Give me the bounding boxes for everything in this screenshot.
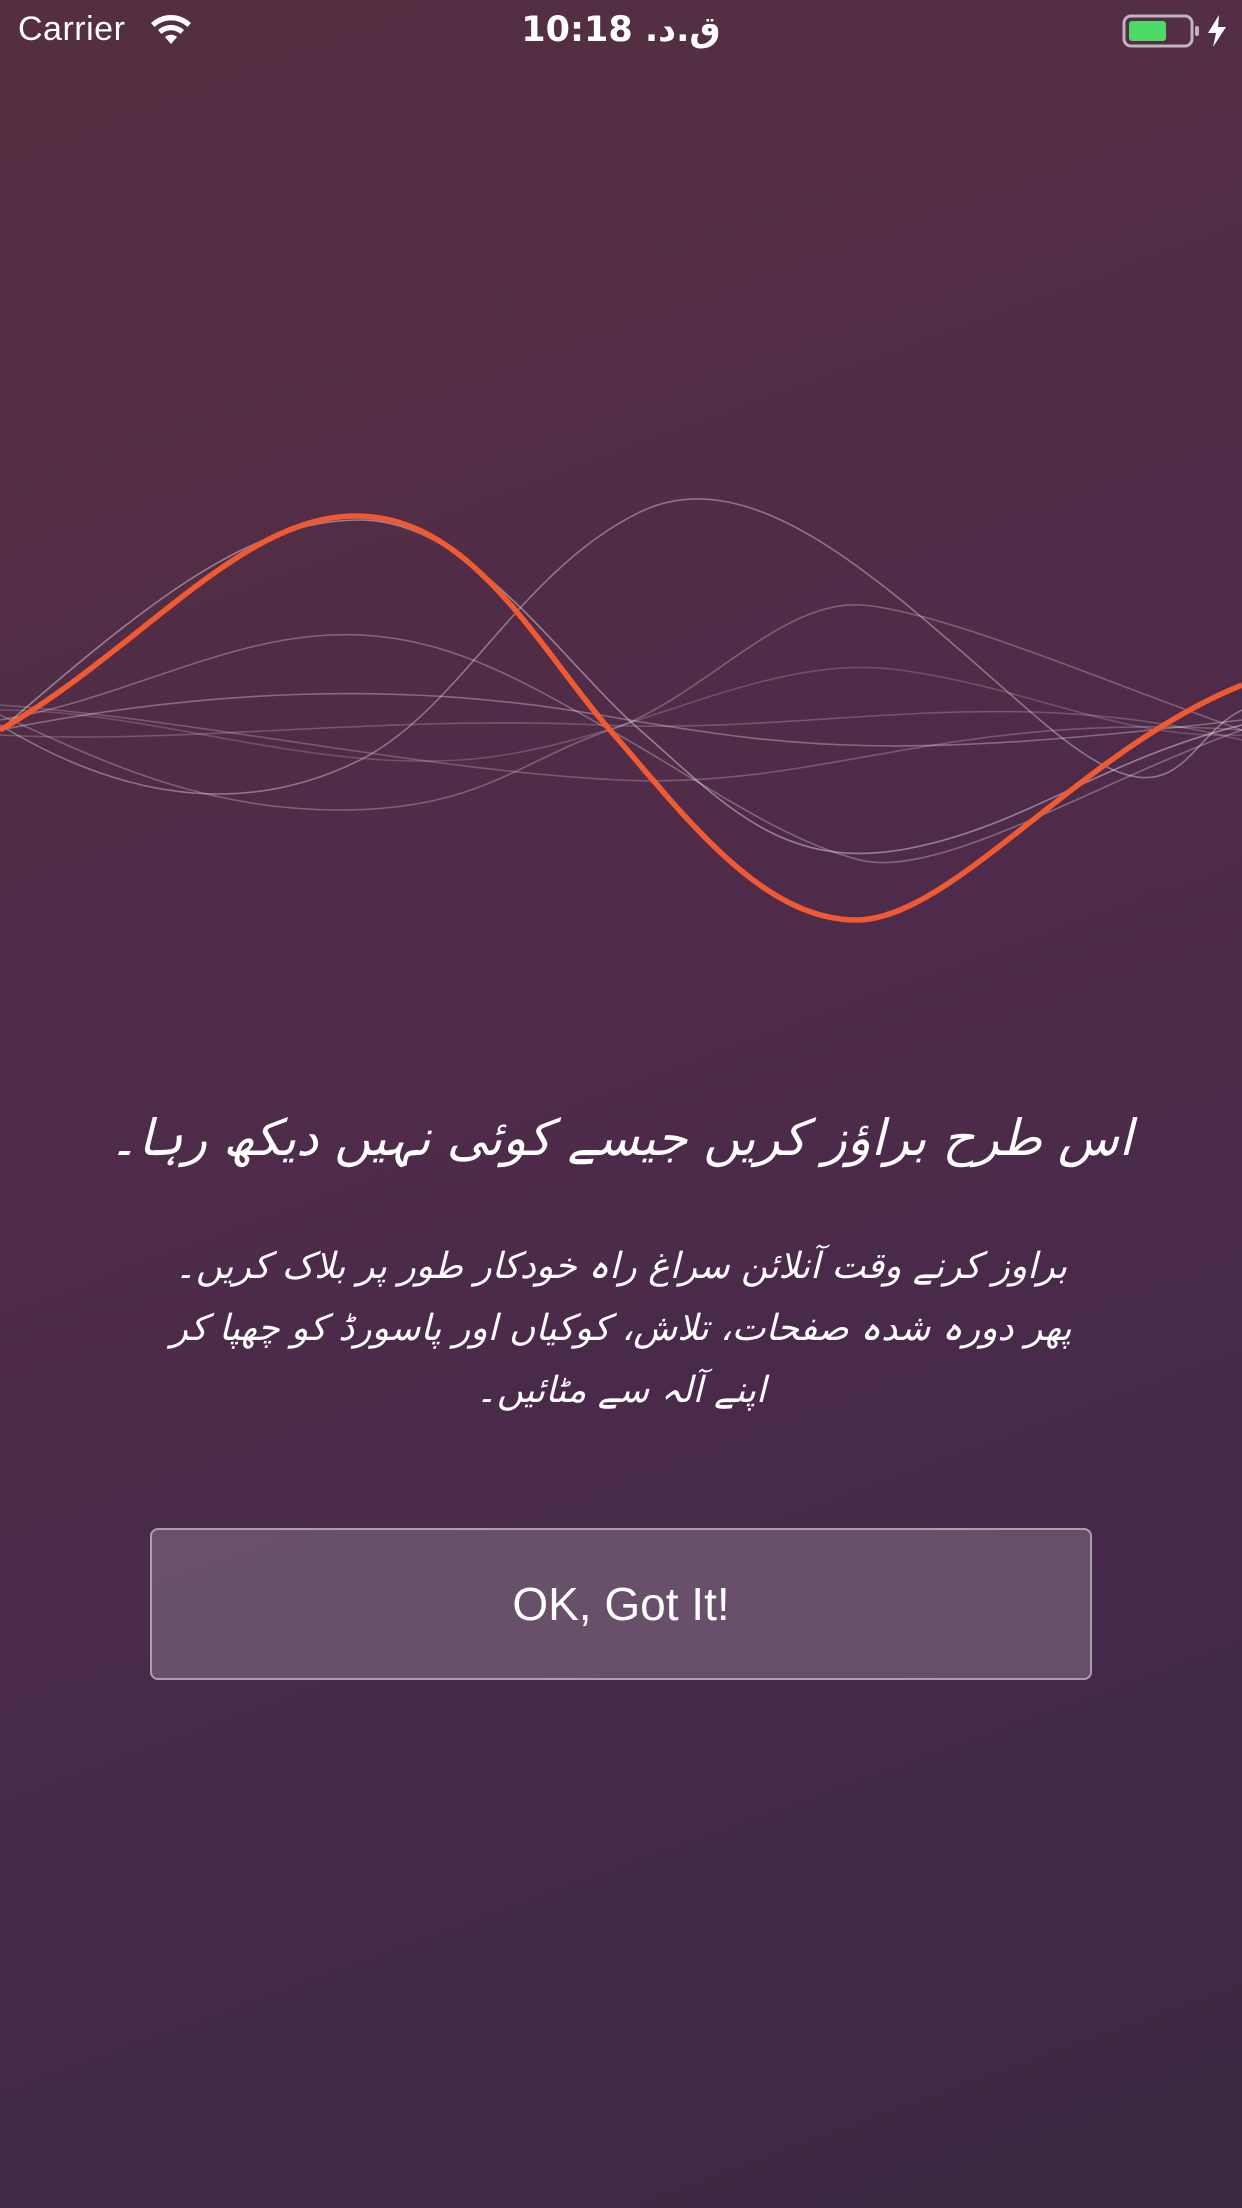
ok-got-it-button[interactable]: OK, Got It!	[150, 1528, 1092, 1680]
wave-line	[0, 604, 1242, 811]
charging-bolt-icon	[1208, 15, 1226, 47]
battery-icon	[1122, 14, 1199, 48]
wave-line	[0, 498, 1242, 795]
wave-line	[0, 633, 1242, 864]
status-time: ق.د. 10:18	[521, 10, 721, 50]
wave-line	[0, 666, 1242, 762]
onboarding-headline: اس طرح براؤز کریں جیسے کوئی نہیں دیکھ رہ…	[109, 1109, 1133, 1167]
status-bar: Carrier ق.د. 10:18	[0, 0, 1242, 62]
ok-button-label: OK, Got It!	[512, 1578, 730, 1630]
onboarding-description: براوز کرنے وقت آنلائن سراغ راہ خودکار طو…	[170, 1246, 1072, 1411]
wave-illustration	[0, 498, 1242, 923]
wave-line	[0, 692, 1242, 747]
